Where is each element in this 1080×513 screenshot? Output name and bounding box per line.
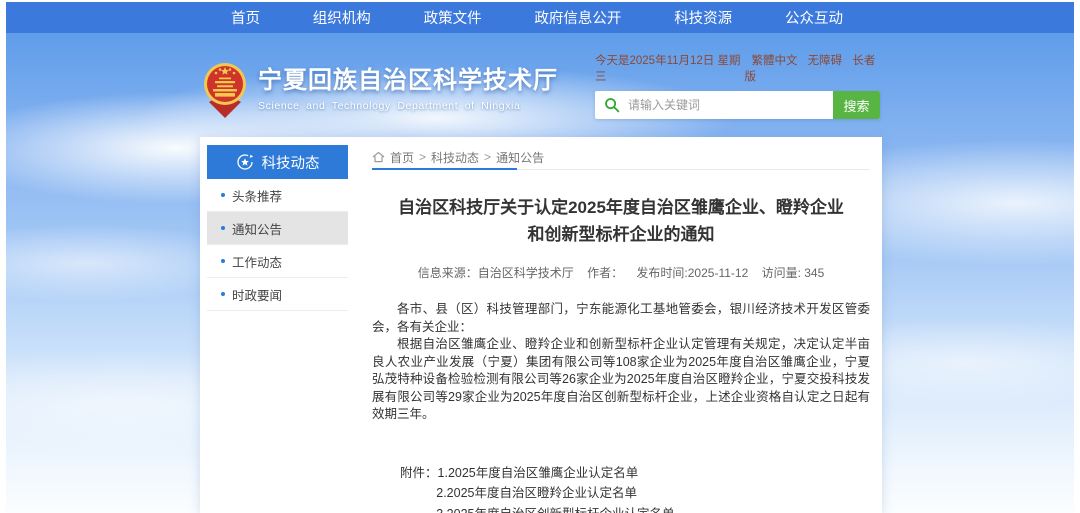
link-traditional-chinese[interactable]: 繁體中文 (751, 55, 797, 67)
breadcrumb-separator: > (419, 150, 426, 164)
bullet-icon (221, 193, 225, 197)
attachment-link-1[interactable]: 1.2025年度自治区雏鹰企业认定名单 (438, 466, 639, 480)
attachment-line-3: 3.2025年度自治区创新型标杆企业认定名单 (400, 504, 870, 513)
sidebar-item-label: 通知公告 (232, 219, 282, 238)
nav-item-tech-resources[interactable]: 科技资源 (674, 7, 732, 28)
link-accessibility[interactable]: 无障碍 (808, 55, 843, 67)
sidebar-item-headlines[interactable]: 头条推荐 (207, 179, 348, 212)
bullet-icon (221, 226, 225, 230)
attachment-link-3[interactable]: 3.2025年度自治区创新型标杆企业认定名单 (436, 507, 674, 513)
bullet-icon (221, 292, 225, 296)
breadcrumb: 首页 > 科技动态 > 通知公告 (372, 145, 870, 170)
sidebar-item-work-updates[interactable]: 工作动态 (207, 245, 348, 278)
site-subtitle-en: Science and Technology Department of Nin… (258, 100, 558, 112)
breadcrumb-separator: > (484, 150, 491, 164)
page: 首页 组织机构 政策文件 政府信息公开 科技资源 公众互动 宁夏回族自治 (0, 0, 1080, 513)
nav-item-gov-info-disclosure[interactable]: 政府信息公开 (534, 7, 621, 28)
sidebar: 科技动态 头条推荐 通知公告 工作动态 时政要闻 (207, 145, 348, 311)
nav-item-public-interaction[interactable]: 公众互动 (785, 7, 843, 28)
top-nav-bar: 首页 组织机构 政策文件 政府信息公开 科技资源 公众互动 (6, 2, 1074, 33)
attachments-label: 附件： (400, 466, 438, 480)
breadcrumb-current: 通知公告 (496, 149, 544, 166)
site-logo[interactable]: 宁夏回族自治区科学技术厅 Science and Technology Depa… (202, 61, 558, 119)
search-bar: 搜索 (595, 91, 880, 119)
sidebar-item-notices[interactable]: 通知公告 (207, 212, 348, 245)
meta-publish-date: 发布时间:2025-11-12 (636, 266, 748, 280)
meta-author: 作者： (587, 266, 623, 280)
site-title: 宁夏回族自治区科学技术厅 (258, 67, 558, 95)
sidebar-item-label: 时政要闻 (232, 285, 282, 304)
sidebar-title-label: 科技动态 (262, 152, 320, 173)
search-button[interactable]: 搜索 (833, 91, 880, 119)
nav-item-organization[interactable]: 组织机构 (313, 7, 371, 28)
article-paragraph: 各市、县（区）科技管理部门，宁东能源化工基地管委会，银川经济技术开发区管委会，各… (372, 301, 870, 336)
header-utilities: 今天是2025年11月12日 星期三 繁體中文 无障碍 长者版 搜索 (595, 52, 880, 119)
search-icon (604, 97, 620, 113)
utility-row: 今天是2025年11月12日 星期三 繁體中文 无障碍 长者版 (595, 52, 880, 84)
attachment-line-1: 附件：1.2025年度自治区雏鹰企业认定名单 (400, 463, 870, 484)
article-title-line2: 和创新型标杆企业的通知 (372, 221, 870, 248)
site-titles: 宁夏回族自治区科学技术厅 Science and Technology Depa… (258, 67, 558, 112)
sidebar-item-label: 头条推荐 (232, 186, 282, 205)
attachments-block: 附件：1.2025年度自治区雏鹰企业认定名单 2.2025年度自治区瞪羚企业认定… (400, 463, 870, 513)
breadcrumb-home[interactable]: 首页 (390, 149, 414, 166)
meta-source: 信息来源：自治区科学技术厅 (418, 266, 574, 280)
today-date: 今天是2025年11月12日 星期三 (595, 52, 744, 84)
nav-item-policy-documents[interactable]: 政策文件 (424, 7, 482, 28)
sidebar-section-title[interactable]: 科技动态 (207, 145, 348, 179)
home-icon (372, 151, 385, 163)
nav-menu: 首页 组织机构 政策文件 政府信息公开 科技资源 公众互动 (231, 2, 843, 33)
bullet-icon (221, 259, 225, 263)
tech-news-icon (236, 153, 254, 171)
quick-links: 繁體中文 无障碍 长者版 (744, 52, 880, 84)
meta-visits: 访问量: 345 (762, 266, 825, 280)
sidebar-item-label: 工作动态 (232, 252, 282, 271)
attachment-link-2[interactable]: 2.2025年度自治区瞪羚企业认定名单 (436, 486, 637, 500)
article-title: 自治区科技厅关于认定2025年度自治区雏鹰企业、瞪羚企业 和创新型标杆企业的通知 (372, 194, 870, 248)
search-input[interactable] (626, 97, 833, 113)
breadcrumb-tech-news[interactable]: 科技动态 (431, 149, 479, 166)
article-title-line1: 自治区科技厅关于认定2025年度自治区雏鹰企业、瞪羚企业 (372, 194, 870, 221)
sidebar-item-political-news[interactable]: 时政要闻 (207, 278, 348, 311)
article-area: 首页 > 科技动态 > 通知公告 自治区科技厅关于认定2025年度自治区雏鹰企业… (372, 145, 870, 513)
content-panel: 科技动态 头条推荐 通知公告 工作动态 时政要闻 (200, 137, 882, 513)
article-paragraph: 根据自治区雏鹰企业、瞪羚企业和创新型标杆企业认定管理有关规定，决定认定半亩良人农… (372, 336, 870, 424)
article-body: 各市、县（区）科技管理部门，宁东能源化工基地管委会，银川经济技术开发区管委会，各… (372, 301, 870, 424)
article-meta: 信息来源：自治区科学技术厅 作者： 发布时间:2025-11-12 访问量: 3… (372, 264, 870, 281)
attachment-line-2: 2.2025年度自治区瞪羚企业认定名单 (400, 483, 870, 504)
nav-item-home[interactable]: 首页 (231, 7, 260, 28)
national-emblem-icon (202, 61, 248, 119)
